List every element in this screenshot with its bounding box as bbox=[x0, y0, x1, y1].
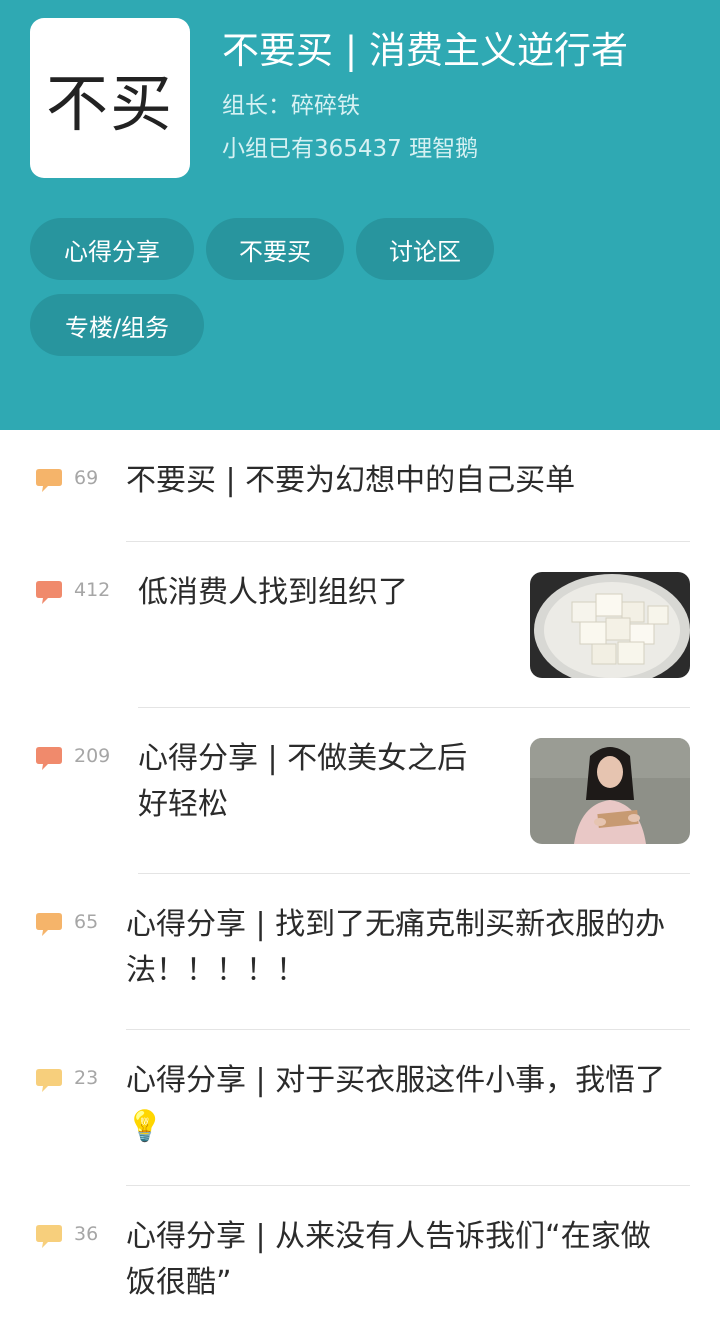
post-title[interactable]: 心得分享 | 找到了无痛克制买新衣服的办法！！！！！ bbox=[126, 902, 676, 994]
post-item[interactable]: 36 心得分享 | 从来没有人告诉我们“在家做饭很酷” bbox=[0, 1186, 720, 1320]
comment-icon bbox=[36, 913, 62, 936]
comment-icon bbox=[36, 1225, 62, 1248]
post-title[interactable]: 心得分享 | 不做美女之后好轻松 bbox=[138, 736, 478, 828]
tag-chip-label: 心得分享 bbox=[64, 237, 160, 266]
post-item[interactable]: 23 心得分享 | 对于买衣服这件小事，我悟了 💡 bbox=[0, 1030, 720, 1186]
post-title[interactable]: 不要买 | 不要为幻想中的自己买单 bbox=[126, 458, 686, 504]
comment-icon bbox=[36, 469, 62, 492]
tag-chip-label: 不要买 bbox=[239, 237, 311, 266]
tag-chip-dont-buy[interactable]: 不要买 bbox=[206, 218, 344, 280]
post-title[interactable]: 心得分享 | 从来没有人告诉我们“在家做饭很酷” bbox=[126, 1214, 676, 1306]
tag-chip-label: 专楼/组务 bbox=[64, 313, 170, 342]
comment-count: 65 bbox=[74, 911, 99, 933]
group-logo-text: 不买 bbox=[45, 67, 174, 140]
post-thumbnail[interactable] bbox=[530, 738, 690, 844]
comment-count: 23 bbox=[74, 1067, 99, 1089]
woman-reading-photo bbox=[530, 738, 690, 844]
tag-chip-discussion[interactable]: 讨论区 bbox=[356, 218, 494, 280]
comment-count: 36 bbox=[74, 1223, 99, 1245]
group-logo[interactable]: 不买 bbox=[30, 18, 190, 178]
comment-count: 209 bbox=[74, 745, 111, 767]
post-title[interactable]: 心得分享 | 对于买衣服这件小事，我悟了 💡 bbox=[126, 1058, 676, 1150]
comment-count: 69 bbox=[74, 467, 99, 489]
tag-chip-admin[interactable]: 专楼/组务 bbox=[30, 294, 204, 356]
comment-icon bbox=[36, 747, 62, 770]
group-header: 不买 不要买 | 消费主义逆行者 组长：碎碎铁 小组已有365437 理智鹅 心… bbox=[0, 0, 720, 430]
group-member-count: 小组已有365437 理智鹅 bbox=[222, 136, 479, 162]
tag-chip-label: 讨论区 bbox=[389, 237, 461, 266]
comment-icon bbox=[36, 581, 62, 604]
post-item[interactable]: 65 心得分享 | 找到了无痛克制买新衣服的办法！！！！！ bbox=[0, 874, 720, 1030]
comment-icon bbox=[36, 1069, 62, 1092]
tofu-photo bbox=[530, 572, 690, 678]
comment-count: 412 bbox=[74, 579, 111, 601]
post-title[interactable]: 低消费人找到组织了 bbox=[138, 570, 508, 616]
post-thumbnail[interactable] bbox=[530, 572, 690, 678]
group-title: 不要买 | 消费主义逆行者 bbox=[222, 29, 628, 72]
tag-chip-experience[interactable]: 心得分享 bbox=[30, 218, 194, 280]
post-title-text: 心得分享 | 对于买衣服这件小事，我悟了 bbox=[126, 1063, 666, 1098]
group-leader[interactable]: 组长：碎碎铁 bbox=[222, 86, 360, 120]
lightbulb-icon: 💡 bbox=[126, 1109, 164, 1144]
post-item[interactable]: 412 低消费人找到组织了 bbox=[0, 542, 720, 708]
post-feed: 69 不要买 | 不要为幻想中的自己买单 412 低消费人找到组织了 209 心… bbox=[0, 430, 720, 1320]
post-item[interactable]: 69 不要买 | 不要为幻想中的自己买单 bbox=[0, 430, 720, 542]
post-item[interactable]: 209 心得分享 | 不做美女之后好轻松 bbox=[0, 708, 720, 874]
